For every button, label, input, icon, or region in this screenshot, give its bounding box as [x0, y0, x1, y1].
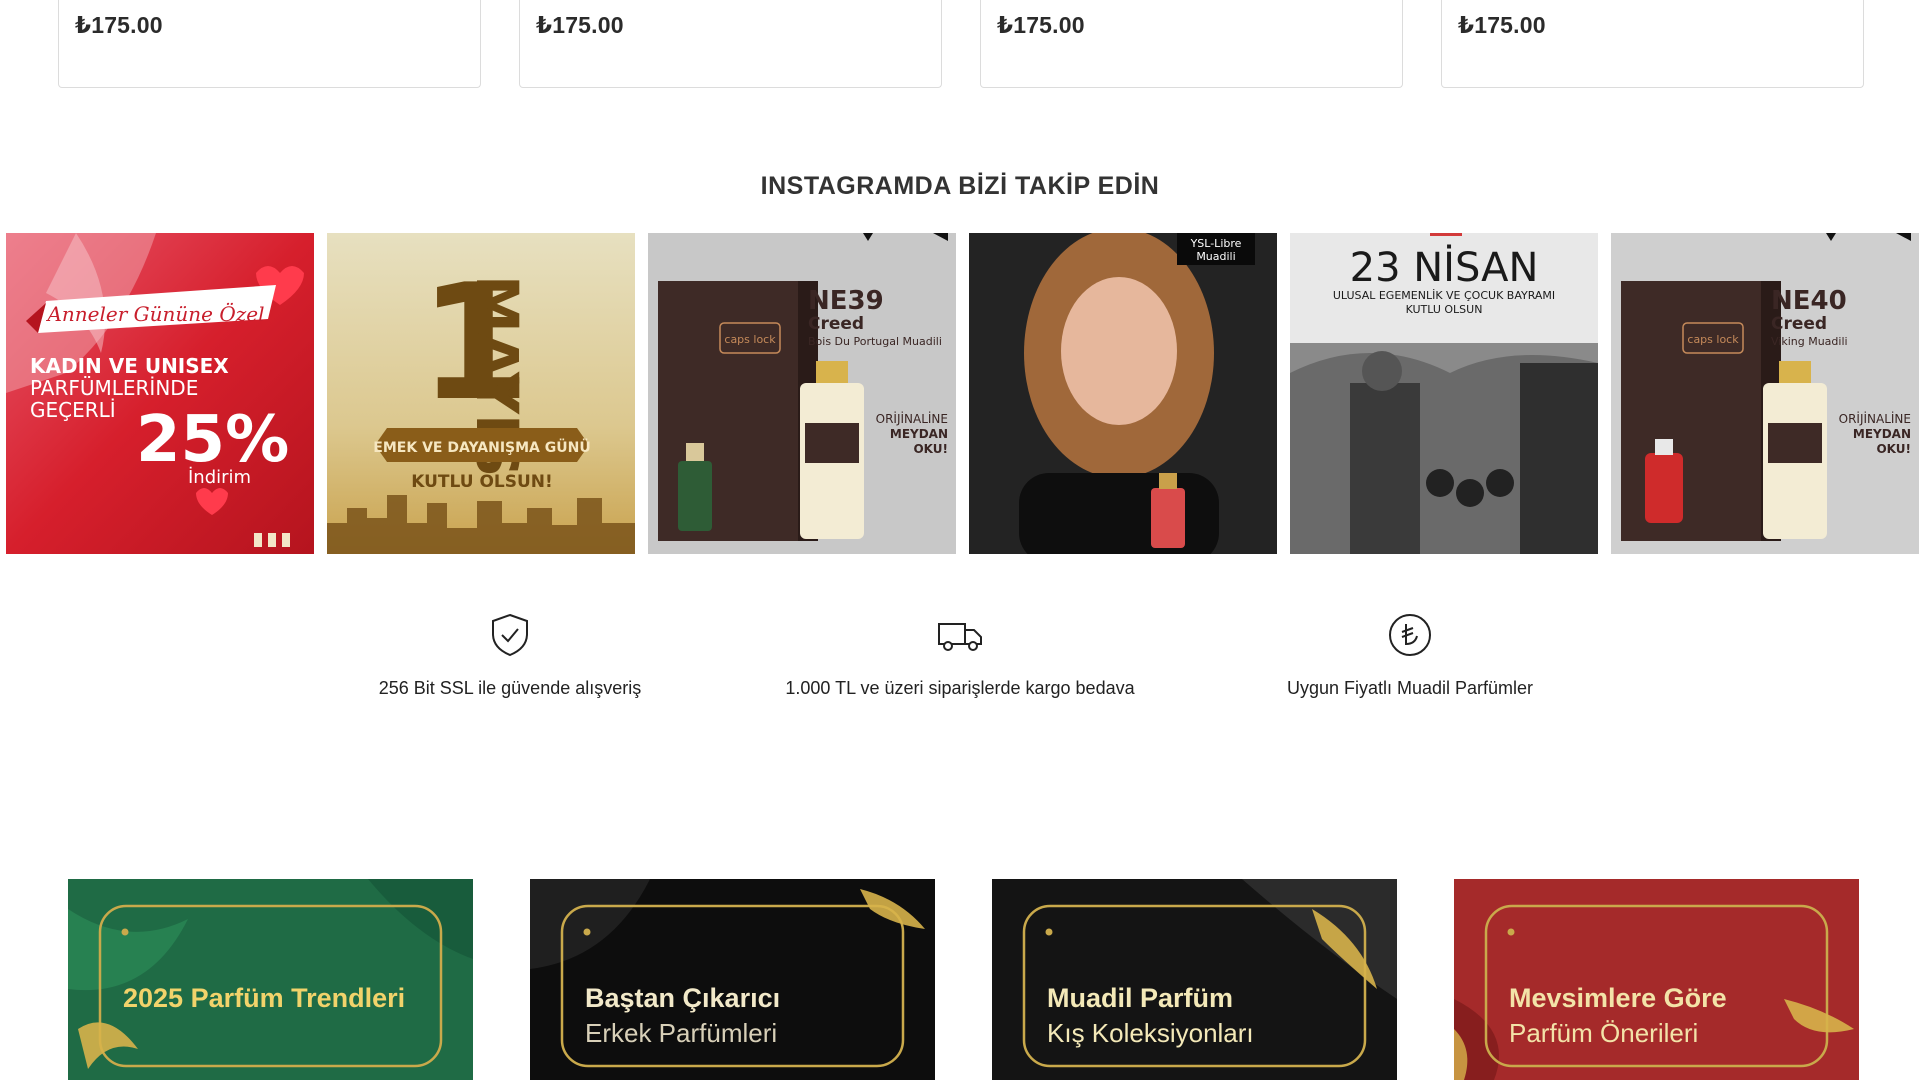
product-card[interactable]: ₺175.00 [58, 0, 481, 88]
product-price-row: ₺175.00 ₺175.00 ₺175.00 ₺175.00 [58, 0, 1866, 88]
post-side-text: MEYDAN [890, 427, 948, 441]
banner-background [1454, 879, 1859, 1080]
video-post-image: YSL-Libre Muadili [969, 233, 1277, 554]
product-price: ₺175.00 [536, 12, 624, 38]
feature-text: 256 Bit SSL ile güvende alışveriş [378, 678, 642, 698]
feature-affordable-perfumes: Uygun Fiyatlı Muadil Parfümler [1160, 612, 1660, 699]
video-tag-text: YSL-Libre [1190, 237, 1242, 250]
instagram-post-ne39[interactable]: caps lock NE39 Creed Bois Du Portugal Mu… [648, 233, 956, 554]
banner-title: Mevsimlere Göre [1509, 983, 1727, 1013]
banner-perfume-trends[interactable]: 2025 Parfüm Trendleri [68, 879, 473, 1080]
banner-background [992, 879, 1397, 1080]
banner-title: 2025 Parfüm Trendleri [123, 983, 406, 1013]
post-script-text: Anneler Gününe Özel [45, 301, 264, 326]
post-text-line: PARFÜMLERİNDE [30, 376, 198, 400]
feature-text: Uygun Fiyatlı Muadil Parfümler [1286, 678, 1534, 698]
category-banners: 2025 Parfüm Trendleri Baştan Çıkarıcı Er… [0, 879, 1920, 1080]
product-card[interactable]: ₺175.00 [1441, 0, 1864, 88]
box-label: caps lock [724, 333, 776, 346]
post-text-line: KUTLU OLSUN [1406, 303, 1483, 316]
post-product-code: NE39 [808, 286, 884, 316]
instagram-post-may-day[interactable]: 1 MAYIS EMEK VE DAYANIŞMA GÜNÜ KUTLU OLS… [327, 233, 635, 554]
instagram-section-title: INSTAGRAMDA BİZİ TAKİP EDİN [760, 172, 1160, 200]
post-side-text: OKU! [913, 442, 948, 456]
post-ribbon-text: EMEK VE DAYANIŞMA GÜNÜ [373, 438, 590, 456]
banner-background [530, 879, 935, 1080]
banner-background [68, 879, 473, 1080]
banner-seasonal-suggestions[interactable]: Mevsimlere Göre Parfüm Önerileri [1454, 879, 1859, 1080]
instagram-post-ne40[interactable]: caps lock NE40 Creed Viking Muadili ORİJ… [1611, 233, 1919, 554]
post-brand: Creed [808, 314, 864, 334]
ne39-post-image: caps lock NE39 Creed Bois Du Portugal Mu… [648, 233, 956, 554]
post-desc: Viking Muadili [1771, 335, 1848, 348]
instagram-feed: Anneler Gününe Özel KADIN VE UNISEX PARF… [6, 233, 1919, 554]
video-tag-text: Muadili [1196, 250, 1235, 263]
instagram-post-april-23[interactable]: 23 NİSAN ULUSAL EGEMENLİK VE ÇOCUK BAYRA… [1290, 233, 1598, 554]
banner-seductive-mens[interactable]: Baştan Çıkarıcı Erkek Parfümleri [530, 879, 935, 1080]
feature-text: 1.000 TL ve üzeri siparişlerde kargo bed… [785, 678, 1135, 698]
box-label: caps lock [1687, 333, 1739, 346]
shield-check-icon [492, 613, 528, 657]
ne40-post-image: caps lock NE40 Creed Viking Muadili ORİJ… [1611, 233, 1919, 554]
post-percent-text: 25% [136, 403, 289, 477]
post-sub-text: KUTLU OLSUN! [411, 472, 553, 492]
april-23-post-image: 23 NİSAN ULUSAL EGEMENLİK VE ÇOCUK BAYRA… [1290, 233, 1598, 554]
post-text-line: KADIN VE UNISEX [30, 354, 229, 378]
post-side-text: MEYDAN [1853, 427, 1911, 441]
post-side-text: OKU! [1876, 442, 1911, 456]
post-brand: Creed [1771, 314, 1827, 334]
banner-title: Baştan Çıkarıcı [585, 983, 781, 1013]
post-side-text: ORİJİNALİNE [1839, 411, 1911, 426]
feature-secure-shopping: 256 Bit SSL ile güvende alışveriş [260, 612, 760, 699]
banner-subtitle: Kış Koleksiyonları [1047, 1018, 1254, 1048]
post-text-line: ULUSAL EGEMENLİK VE ÇOCUK BAYRAMI [1333, 289, 1555, 302]
product-card[interactable]: ₺175.00 [980, 0, 1403, 88]
product-card[interactable]: ₺175.00 [519, 0, 942, 88]
banner-subtitle: Parfüm Önerileri [1509, 1018, 1699, 1048]
post-text-line: GEÇERLİ [30, 398, 116, 422]
banner-subtitle: Erkek Parfümleri [585, 1018, 778, 1048]
post-side-text: ORİJİNALİNE [876, 411, 948, 426]
instagram-post-mothers-day[interactable]: Anneler Gününe Özel KADIN VE UNISEX PARF… [6, 233, 314, 554]
mothers-day-post-image: Anneler Gününe Özel KADIN VE UNISEX PARF… [6, 233, 314, 554]
truck-icon [938, 623, 982, 651]
banner-title: Muadil Parfüm [1047, 983, 1234, 1013]
product-price: ₺175.00 [75, 12, 163, 38]
post-desc: Bois Du Portugal Muadili [808, 335, 942, 348]
post-product-code: NE40 [1771, 286, 1847, 316]
lira-icon [1389, 614, 1431, 656]
post-sub-text: İndirim [188, 467, 251, 488]
feature-free-shipping: 1.000 TL ve üzeri siparişlerde kargo bed… [710, 612, 1210, 699]
instagram-post-video[interactable]: YSL-Libre Muadili [969, 233, 1277, 554]
banner-winter-collection[interactable]: Muadil Parfüm Kış Koleksiyonları [992, 879, 1397, 1080]
may-day-post-image: 1 MAYIS EMEK VE DAYANIŞMA GÜNÜ KUTLU OLS… [327, 233, 635, 554]
post-big-text: 23 NİSAN [1350, 243, 1539, 291]
product-price: ₺175.00 [997, 12, 1085, 38]
product-price: ₺175.00 [1458, 12, 1546, 38]
store-features: 256 Bit SSL ile güvende alışveriş 1.000 … [0, 612, 1920, 722]
